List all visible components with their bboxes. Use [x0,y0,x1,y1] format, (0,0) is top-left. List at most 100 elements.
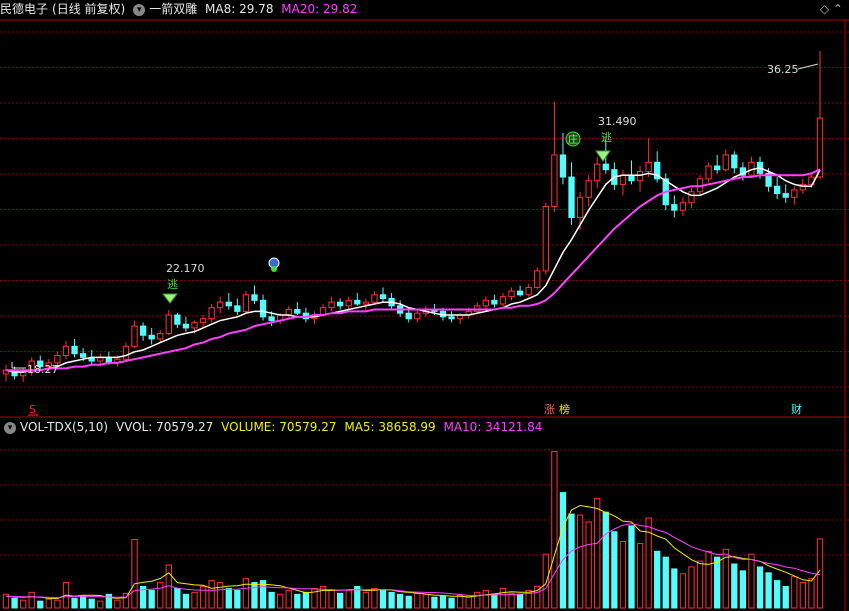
volume-bar [611,531,618,609]
volume-bar [448,597,455,609]
volume-bar [208,580,215,609]
marker-cai[interactable]: 财 [791,402,802,416]
volume-bar [594,497,601,609]
peak2-label: 31.490 [598,115,637,128]
volume-bar [568,513,575,609]
volume-bar [431,596,438,609]
volume-bar [585,521,592,609]
volume-bar [148,589,155,609]
volume-bar [405,595,412,609]
candle-body [559,154,567,178]
volume-bar [302,591,310,609]
volume-bar [328,589,335,609]
candle-body [71,345,78,355]
volume-bar [559,492,567,609]
volume-bar [277,593,284,609]
candle-body [671,204,678,211]
volume-bar [439,595,447,609]
candle-body [217,301,224,309]
volume-bar [499,587,507,609]
candle-body [242,294,250,312]
volume-bar [37,600,44,609]
candle-body [602,163,609,171]
peak1-label: 22.170 [166,262,205,275]
volume-bar [54,599,61,609]
candle-body [191,321,198,329]
candle-body [534,270,541,288]
volume-bar [774,580,781,609]
high-price-arrow [797,63,819,70]
volume-bar [808,578,815,609]
candle-body [525,286,532,296]
candle-body [645,161,652,173]
volume-bar [688,566,695,609]
candle-body [131,325,138,347]
volume-bar [157,582,164,609]
volume-bar [268,591,275,609]
volume-bar [791,576,798,609]
marker-zhang[interactable]: 涨 [544,403,555,416]
candle-body [791,189,798,198]
candle-body [679,202,687,211]
candle-body [576,196,584,219]
candle-body [234,305,241,312]
volume-bar [371,587,378,609]
candle-body [182,323,190,329]
volume-bar [551,451,558,609]
volume-bar [414,592,421,609]
volume-bar [705,550,712,609]
candle-body [636,171,644,182]
candle-body [379,294,387,299]
volume-bar [816,538,824,609]
volume-bar [542,553,549,609]
candle-body [294,309,301,314]
volume-bar [191,591,198,609]
escape1-icon [161,293,179,304]
volume-bar [105,593,112,609]
ma20-line [6,168,821,372]
marker-s[interactable]: S [29,403,36,416]
volume-bar [662,556,669,609]
volume-bar [508,592,515,609]
volume-bar [337,592,344,609]
volume-bar [174,587,181,609]
volume-bar [739,570,747,609]
candle-body [619,174,627,185]
candle-body [731,154,738,169]
volume-bar [782,585,789,609]
volume-bar [422,593,430,609]
volume-bar [234,589,241,609]
volume-bar [748,553,755,609]
candle-body [251,294,258,301]
volume-bar [114,599,121,609]
candle-body [491,299,498,305]
marker-bang[interactable]: 榜 [559,402,570,416]
kline-chart[interactable]: 36.25 18.27 22.170 逃 31.490 逃 庄 S 涨 榜 财 [0,0,849,611]
candle-body [62,345,70,357]
zhuang-label: 庄 [568,133,578,146]
candle-body [774,185,781,195]
candle-body [225,301,232,307]
candle-body [285,309,292,316]
candle-body [688,191,695,204]
candle-body [448,316,455,320]
volume-bar [765,572,772,609]
candle-body [199,318,207,323]
candle-body [354,299,361,305]
candle-body [508,290,515,298]
candle-body [362,301,370,305]
volume-bar [465,596,472,609]
volume-bar [799,582,807,609]
low-price-label: 18.27 [27,363,59,376]
candle-body [268,316,275,322]
candle-body [705,165,712,180]
candle-body [345,299,352,307]
volume-bar [679,573,687,609]
volume-bar [182,593,190,609]
volume-bar [217,582,224,609]
candle-body [551,154,558,207]
volume-bar [79,595,87,609]
volume-bar [619,541,627,609]
candle-body [499,296,507,305]
volume-bar [28,591,35,609]
